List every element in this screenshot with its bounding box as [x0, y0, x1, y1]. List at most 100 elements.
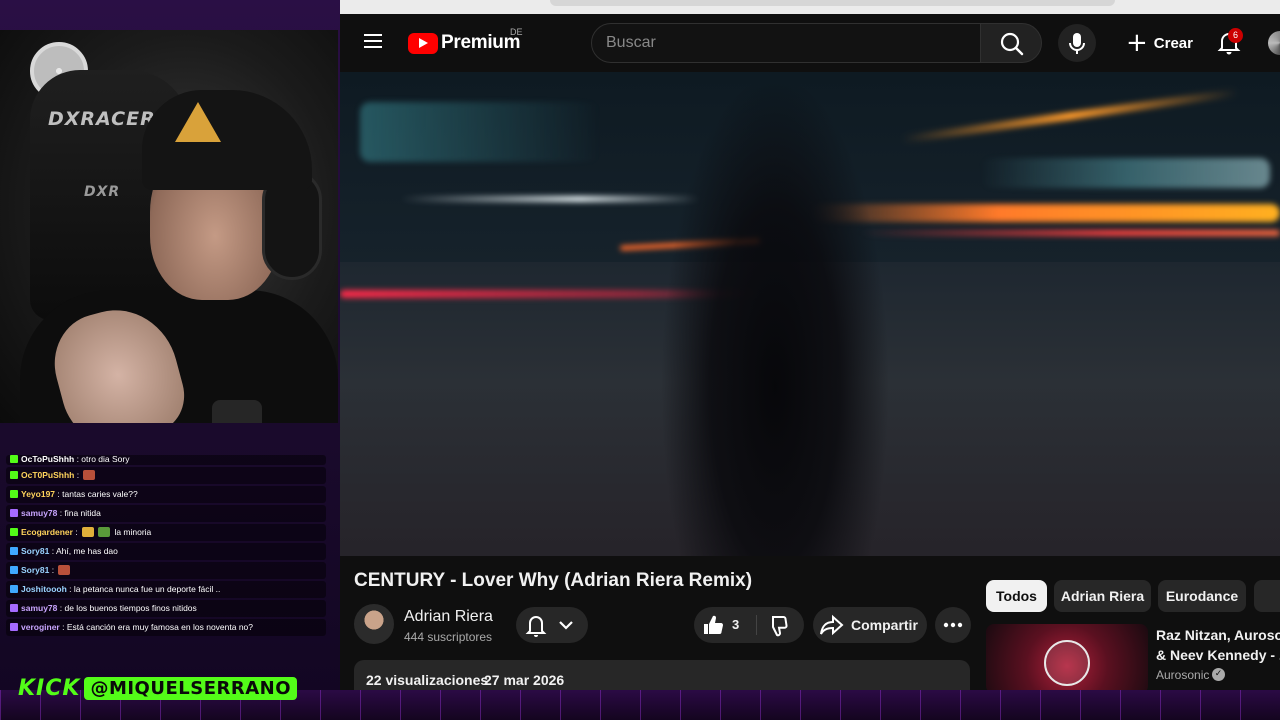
subscriber-count: 444 suscriptores: [404, 630, 493, 644]
chat-text: fina nitida: [64, 508, 101, 518]
create-button[interactable]: + Crear: [1126, 29, 1193, 57]
light-streak: [980, 158, 1270, 188]
menu-icon[interactable]: [360, 30, 386, 56]
browser-tab-strip: [340, 0, 1280, 14]
chat-emote-icon: [82, 527, 95, 537]
stream-chat: OcToPuShhh : otro dia Sory OcT0PuShhh : …: [0, 455, 330, 650]
aurosonic-logo-icon: [1044, 640, 1090, 686]
chat-message: Sory81 : Ahí, me has dao: [6, 543, 326, 560]
chat-message: Joshitoooh : la petanca nunca fue un dep…: [6, 581, 326, 598]
country-code: DE: [510, 27, 523, 37]
chair-brand-text: DXRACER: [48, 108, 156, 130]
share-button[interactable]: Compartir: [813, 607, 927, 643]
kick-handle-banner: KICK @MIQUELSERRANO: [18, 675, 298, 701]
chevron-down-icon: [559, 621, 573, 630]
recommendation-thumbnail[interactable]: [986, 624, 1148, 690]
microphone-icon: [1069, 33, 1085, 54]
recommendation-title[interactable]: Raz Nitzan, Aurosonic: [1156, 625, 1280, 645]
streamer-cap: [142, 90, 312, 190]
view-count: 22 visualizaciones: [366, 672, 489, 688]
youtube-premium-logo[interactable]: Premium DE: [408, 27, 523, 54]
channel-name[interactable]: Adrian Riera: [404, 608, 493, 626]
channel-avatar[interactable]: [354, 604, 394, 644]
voice-search-button[interactable]: [1058, 24, 1096, 62]
chat-badge-icon: [10, 623, 18, 631]
chat-badge-icon: [10, 566, 18, 574]
thumbs-up-icon: [704, 615, 724, 634]
dislike-button[interactable]: [757, 607, 804, 643]
chat-emote-icon: [58, 565, 71, 575]
recommendation-title-line2[interactable]: & Neev Kennedy - ...: [1156, 645, 1280, 665]
light-streak: [400, 196, 700, 202]
recommendation-channel[interactable]: Aurosonic: [1156, 668, 1209, 682]
chat-badge-icon: [10, 509, 18, 517]
light-streak: [901, 88, 1239, 144]
account-avatar[interactable]: [1268, 31, 1280, 55]
youtube-page: Premium DE + Crear 6: [340, 14, 1280, 690]
chat-username: OcToPuShhh: [21, 455, 75, 464]
kick-logo: KICK: [18, 675, 81, 701]
more-actions-button[interactable]: [935, 607, 971, 643]
chat-message: OcToPuShhh : otro dia Sory: [6, 455, 326, 465]
share-label: Compartir: [851, 617, 918, 633]
notification-count-badge: 6: [1228, 28, 1243, 43]
search-icon: [1000, 32, 1024, 56]
chat-message: samuy78 : de los buenos tiempos finos ni…: [6, 600, 326, 617]
chat-text: de los buenos tiempos finos nitidos: [64, 603, 197, 613]
chip-todos[interactable]: Todos: [986, 580, 1047, 612]
chip-adrian-riera[interactable]: Adrian Riera: [1054, 580, 1151, 612]
microphone: [212, 400, 262, 423]
chip-eurodance[interactable]: Eurodance: [1158, 580, 1246, 612]
chat-badge-icon: [10, 455, 18, 463]
description-box[interactable]: 22 visualizaciones 27 mar 2026: [354, 660, 970, 690]
subscription-bell-button[interactable]: [516, 607, 588, 643]
chat-text: la minoria: [114, 527, 152, 537]
search-input[interactable]: [591, 23, 981, 63]
publish-date: 27 mar 2026: [484, 672, 565, 688]
webcam-feed: DXRACER DXR: [0, 30, 338, 423]
chat-message: Ecogardener : la minoria: [6, 524, 326, 541]
chat-username: Joshitoooh: [21, 584, 67, 594]
youtube-masthead: Premium DE + Crear 6: [340, 14, 1280, 72]
chat-badge-icon: [10, 471, 18, 479]
dancer-silhouette: [660, 72, 890, 556]
light-streak: [860, 230, 1280, 236]
chat-username: OcT0PuShhh: [21, 470, 75, 480]
thumbs-down-icon: [772, 616, 788, 637]
chair-brand-text-lower: DXR: [84, 184, 121, 200]
share-icon: [820, 614, 844, 636]
like-dislike-group: 3: [694, 607, 804, 643]
chat-message: samuy78 : fina nitida: [6, 505, 326, 522]
chat-username: Ecogardener: [21, 527, 73, 537]
video-player[interactable]: [340, 72, 1280, 556]
chat-badge-icon: [10, 585, 18, 593]
chat-username: veroginer: [21, 622, 60, 632]
logo-text: Premium: [441, 32, 521, 53]
verified-icon: ✓: [1212, 668, 1225, 681]
chat-text: tantas caries vale??: [62, 489, 138, 499]
chat-username: Yeyo197: [21, 489, 56, 499]
search-button[interactable]: [980, 23, 1042, 63]
chat-badge-icon: [10, 490, 18, 498]
chat-badge-icon: [10, 604, 18, 612]
chat-text: otro dia Sory: [81, 455, 130, 464]
chat-message: OcT0PuShhh :: [6, 467, 326, 484]
more-horizontal-icon: [943, 622, 963, 628]
like-button[interactable]: 3: [694, 607, 756, 643]
like-count: 3: [732, 617, 740, 632]
kick-username: @MIQUELSERRANO: [84, 676, 298, 700]
video-title: CENTURY - Lover Why (Adrian Riera Remix): [354, 570, 753, 591]
youtube-play-icon: [408, 32, 438, 54]
chip-next[interactable]: [1254, 580, 1280, 612]
chat-badge-icon: [10, 528, 18, 536]
browser-address-bar[interactable]: [550, 0, 1115, 6]
plus-icon: +: [1126, 28, 1148, 58]
chat-message: Sory81 :: [6, 562, 326, 579]
bell-icon: [525, 616, 547, 637]
create-label: Crear: [1153, 34, 1193, 52]
chat-text: Está canción era muy famosa en los noven…: [66, 622, 254, 632]
light-streak: [360, 102, 600, 162]
chat-badge-icon: [10, 547, 18, 555]
chat-username: samuy78: [21, 508, 58, 518]
chat-username: Sory81: [21, 546, 50, 556]
